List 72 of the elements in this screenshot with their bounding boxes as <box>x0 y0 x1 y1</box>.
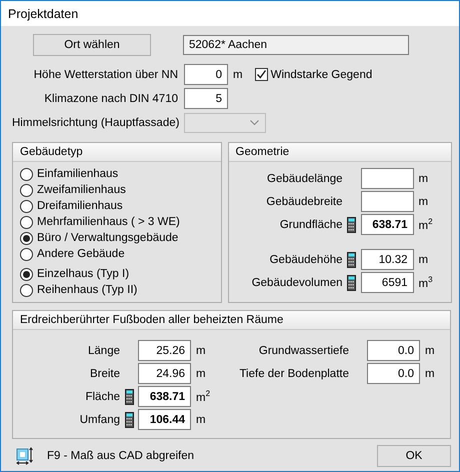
field-label: Breite <box>88 368 120 380</box>
location-field: 52062* Aachen <box>183 35 409 55</box>
number-field[interactable] <box>360 168 414 189</box>
radio-button[interactable] <box>20 284 33 296</box>
hint-text: F9 - Maß aus CAD abgreifen <box>47 450 194 462</box>
radio-button[interactable] <box>20 200 33 212</box>
calculator-icon[interactable] <box>347 216 356 232</box>
field-label: Fläche <box>84 390 120 402</box>
number-field[interactable] <box>360 191 414 212</box>
panel-title: Erdreichberührter Fußboden aller beheizten Räume <box>20 314 284 326</box>
calculator-icon[interactable] <box>124 412 134 428</box>
field-label: Länge <box>87 344 120 356</box>
number-field[interactable]: 10.32 <box>360 249 414 270</box>
field-label: Klimazone nach DIN 4710 <box>43 92 178 104</box>
field-label: Gebäudebreite <box>265 196 343 208</box>
radio-label: Einfamilienhaus <box>37 168 118 180</box>
unit-label: m <box>196 344 207 356</box>
radio-label: Einzelhaus (Typ I) <box>37 268 130 280</box>
field-label: Tiefe der Bodenplatte <box>238 368 349 380</box>
unit-label: m <box>233 68 243 80</box>
field-label: Gebäudehöhe <box>268 254 343 266</box>
number-field[interactable]: 638.71 <box>360 214 414 235</box>
field-label: Höhe Wetterstation über NN <box>32 68 178 80</box>
radio-button[interactable] <box>20 216 33 228</box>
unit-label: m$^{2}$ <box>418 217 434 232</box>
radio-button[interactable] <box>20 168 33 180</box>
number-field[interactable]: 25.26 <box>138 340 191 361</box>
radio-label: Dreifamilienhaus <box>37 200 123 212</box>
unit-label: m <box>425 344 436 356</box>
number-field[interactable]: 6591 <box>360 272 414 293</box>
unit-label: m <box>196 368 207 380</box>
calculator-icon[interactable] <box>347 252 356 268</box>
field-label: Gebäudevolumen <box>250 276 343 288</box>
radio-label: Reihenhaus (Typ II) <box>37 284 138 296</box>
unit-label: m <box>418 254 430 266</box>
field-label: Grundwassertiefe <box>258 344 349 356</box>
checkbox[interactable] <box>254 68 268 81</box>
radio-label: Mehrfamilienhaus ( > 3 WE) <box>37 216 180 228</box>
unit-label: m <box>418 196 430 208</box>
radio-label: Büro / Verwaltungsgebäude <box>37 232 178 244</box>
number-field[interactable]: 5 <box>184 88 228 109</box>
panel-title: Geometrie <box>236 146 290 158</box>
radio-button[interactable] <box>20 248 33 260</box>
unit-label: m$^{3}$ <box>418 275 434 290</box>
radio-label: Andere Gebäude <box>37 248 125 260</box>
number-field[interactable]: 0.0 <box>367 363 420 384</box>
choose-location-button[interactable]: Ort wählen <box>33 34 151 56</box>
radio-button[interactable] <box>20 268 33 280</box>
measure-icon[interactable] <box>16 447 34 465</box>
number-field[interactable]: 0.0 <box>367 340 420 361</box>
field-label: Gebäudelänge <box>266 172 343 184</box>
chevron-down-icon <box>250 120 259 126</box>
number-field[interactable]: 0 <box>184 64 228 85</box>
unit-label: m$^{2}$ <box>196 389 212 404</box>
checkbox-label: Windstarke Gegend <box>270 68 372 80</box>
ok-button[interactable]: OK <box>377 445 451 467</box>
radio-button[interactable] <box>20 232 33 244</box>
unit-label: m <box>425 368 436 380</box>
window-title: Projektdaten <box>8 6 78 20</box>
number-field[interactable]: 638.71 <box>138 386 191 407</box>
panel-title: Gebäudetyp <box>20 146 83 158</box>
field-label: Grundfläche <box>278 218 343 230</box>
unit-label: m <box>196 414 207 426</box>
unit-label: m <box>418 172 430 184</box>
radio-button[interactable] <box>20 184 33 196</box>
number-field[interactable]: 106.44 <box>138 409 191 430</box>
number-field[interactable]: 24.96 <box>138 363 191 384</box>
calculator-icon[interactable] <box>124 388 134 404</box>
radio-label: Zweifamilienhaus <box>37 184 126 196</box>
calculator-icon[interactable] <box>347 274 356 290</box>
field-label: Himmelsrichtung (Hauptfassade) <box>12 117 178 129</box>
field-label: Umfang <box>78 414 120 426</box>
